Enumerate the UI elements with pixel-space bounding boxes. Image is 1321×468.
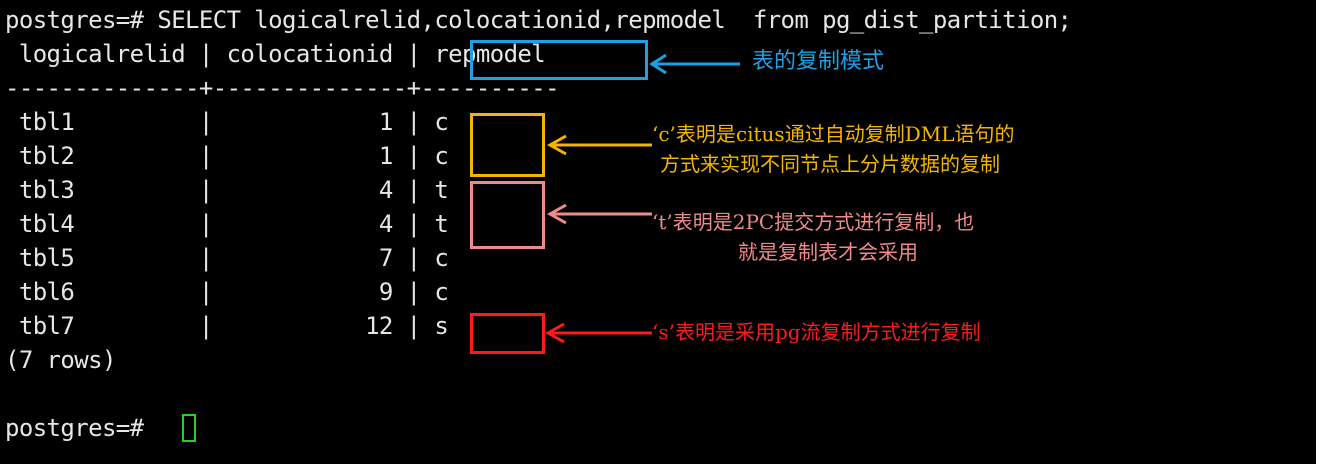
- c-arrow: [546, 134, 652, 156]
- header-note: 表的复制模式: [752, 49, 885, 74]
- t-note-line1: ‘t’表明是2PC提交方式进行复制，也: [652, 210, 975, 234]
- t-arrow: [546, 203, 652, 225]
- s-note: ‘s’表明是采用pg流复制方式进行复制: [652, 320, 981, 344]
- c-note-line2: 方式来实现不同节点上分片数据的复制: [660, 152, 1000, 176]
- s-arrow: [544, 322, 652, 344]
- c-note-line1: ‘c’表明是citus通过自动复制DML语句的: [652, 122, 1015, 146]
- t-note-line2: 就是复制表才会采用: [738, 240, 918, 264]
- header-arrow: [649, 53, 740, 75]
- terminal-window[interactable]: postgres=# SELECT logicalrelid,colocatio…: [0, 0, 1319, 464]
